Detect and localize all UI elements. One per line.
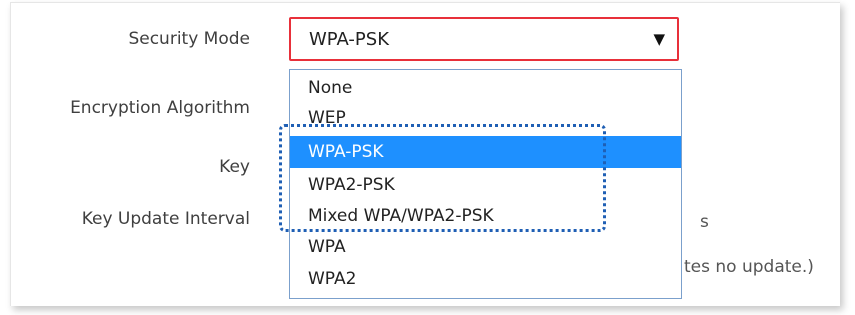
- interval-unit: s: [700, 212, 709, 232]
- option-wpa[interactable]: WPA: [290, 231, 681, 263]
- security-mode-dropdown-list[interactable]: None WEP WPA-PSK WPA2-PSK Mixed WPA/WPA2…: [289, 69, 682, 299]
- dropdown-arrow-icon: ▼: [653, 30, 665, 48]
- option-wep[interactable]: WEP: [290, 102, 681, 134]
- encryption-algorithm-label: Encryption Algorithm: [70, 98, 250, 118]
- option-none[interactable]: None: [290, 72, 681, 104]
- option-mixed-wpa-wpa2-psk[interactable]: Mixed WPA/WPA2-PSK: [290, 200, 681, 232]
- security-mode-label: Security Mode: [128, 29, 250, 49]
- option-wpa2-psk[interactable]: WPA2-PSK: [290, 169, 681, 201]
- key-update-interval-label: Key Update Interval: [81, 209, 250, 229]
- option-wpa-psk[interactable]: WPA-PSK: [290, 136, 681, 168]
- key-label: Key: [219, 157, 250, 177]
- interval-note: tes no update.): [684, 257, 814, 277]
- option-wpa2[interactable]: WPA2: [290, 263, 681, 295]
- security-mode-select[interactable]: WPA-PSK ▼: [289, 17, 679, 61]
- security-mode-selected-value: WPA-PSK: [309, 29, 389, 50]
